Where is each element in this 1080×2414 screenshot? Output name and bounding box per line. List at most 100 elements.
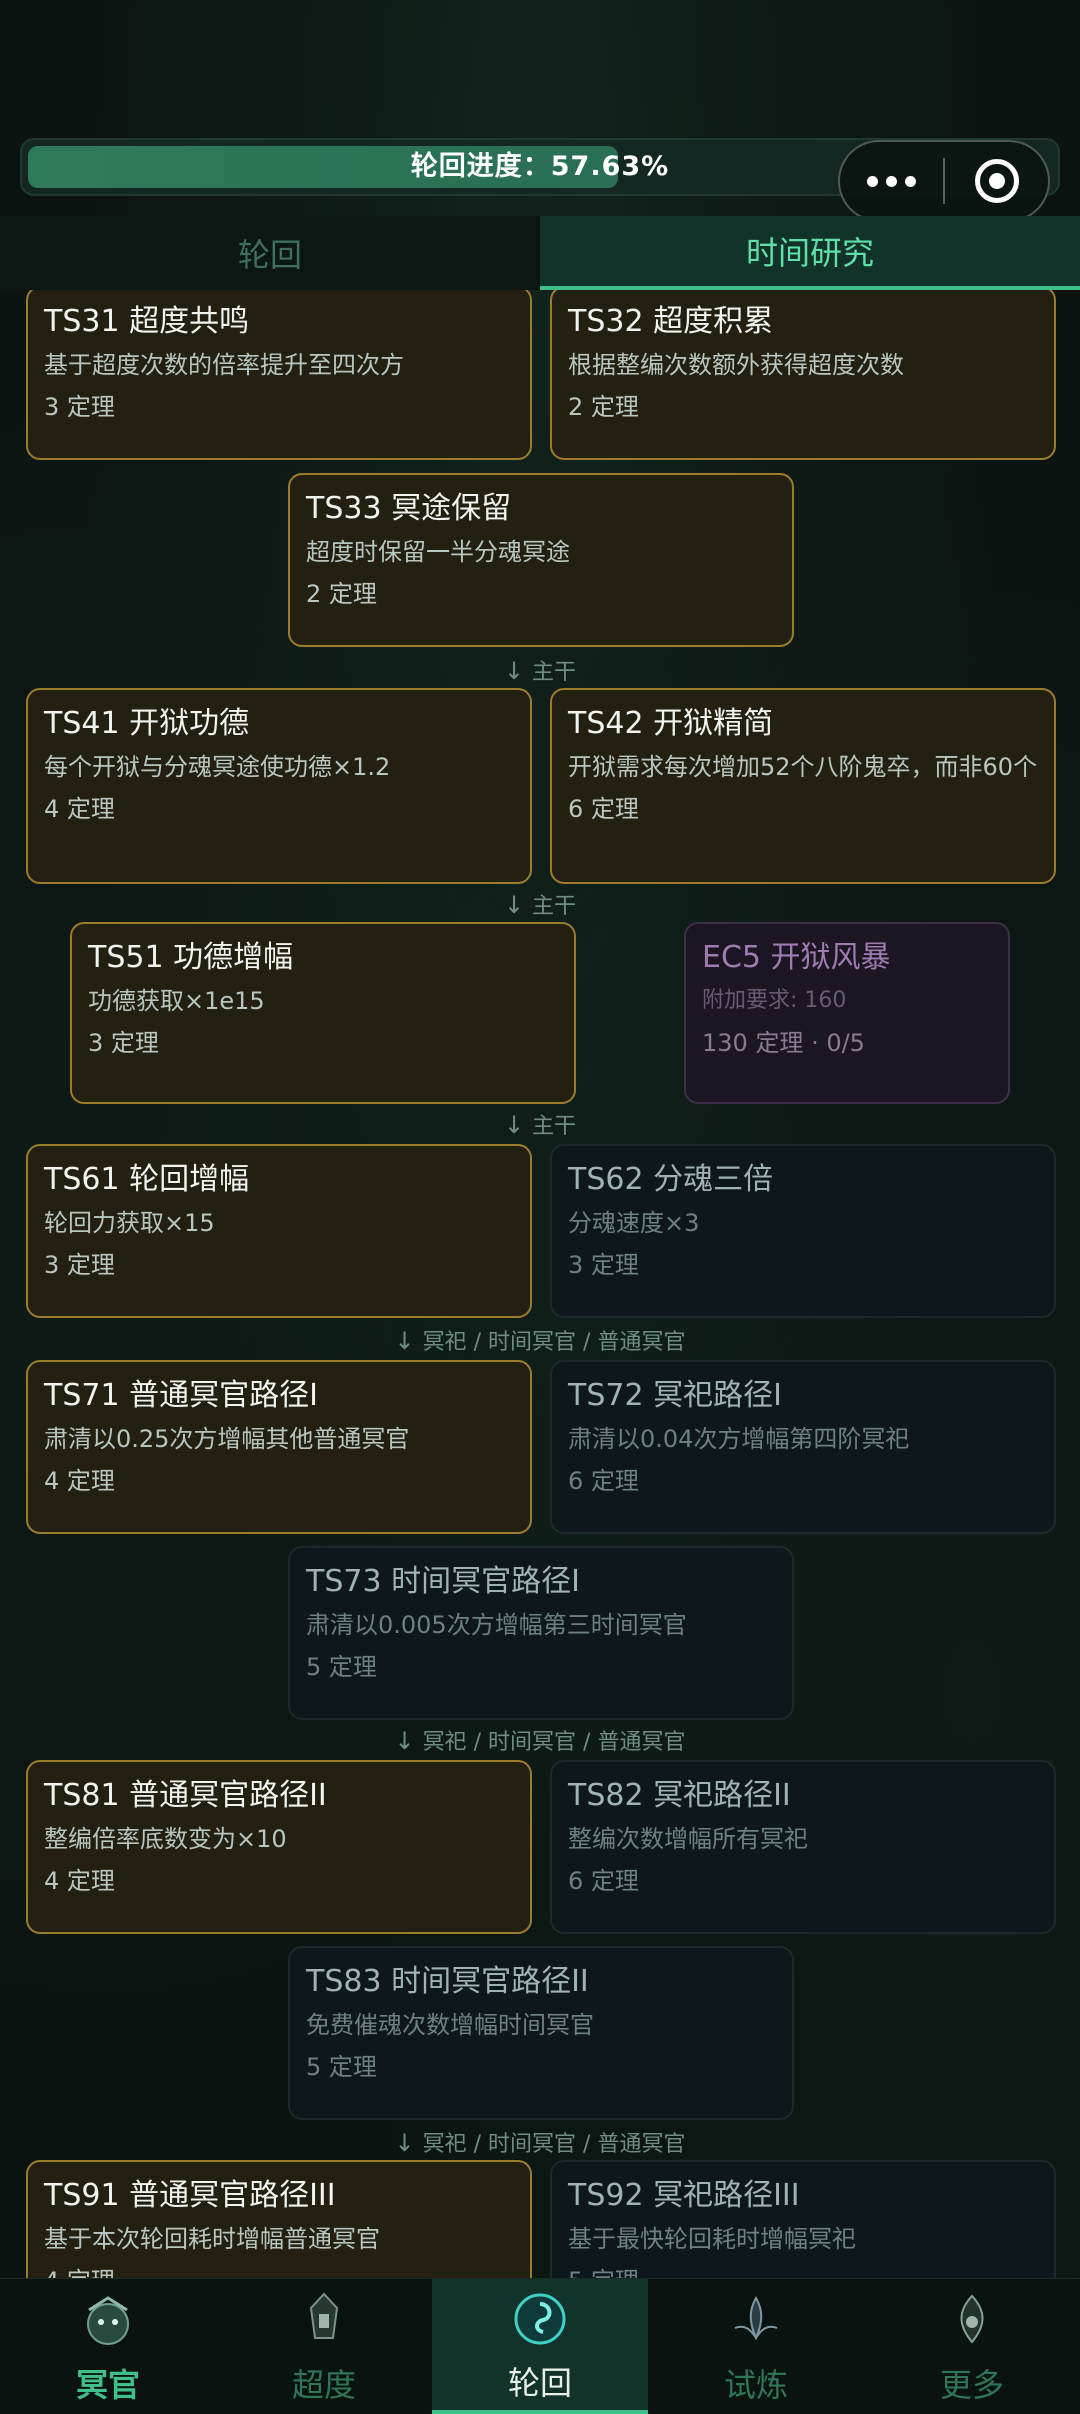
study-description: 功德获取×1e15 [88, 987, 265, 1015]
connector-label: 主干 [532, 1114, 577, 1139]
connector-main: ↓ 主干 [0, 888, 1080, 920]
study-card-ts61[interactable]: TS61 轮回增幅 轮回力获取×15 3 定理 [26, 1144, 532, 1318]
study-cost: 3 定理 [44, 393, 115, 421]
challenge-requirement: 附加要求: 160 [702, 988, 847, 1013]
dot-icon [867, 175, 878, 187]
study-cost: 2 定理 [568, 393, 639, 421]
study-description: 根据整编次数额外获得超度次数 [568, 351, 904, 379]
down-arrow-icon: ↓ [503, 1111, 525, 1139]
study-card-ts33[interactable]: TS33 冥途保留 超度时保留一半分魂冥途 2 定理 [288, 473, 794, 647]
study-title: TS41 开狱功德 [44, 706, 250, 741]
study-cost: 4 定理 [44, 2264, 514, 2278]
challenge-title: EC5 开狱风暴 [702, 940, 891, 975]
lotus-trial-icon [723, 2288, 789, 2354]
study-description: 分魂速度×3 [568, 1209, 700, 1237]
study-title: TS61 轮回增幅 [44, 1162, 250, 1197]
connector-label: 主干 [532, 660, 577, 685]
challenge-cost: 130 定理 · 0/5 [702, 1029, 865, 1057]
study-title: TS82 冥祀路径II [568, 1778, 791, 1813]
study-description: 基于最快轮回耗时增幅冥祀 [568, 2225, 856, 2253]
study-description: 基于超度次数的倍率提升至四次方 [44, 351, 404, 379]
study-card-ts31[interactable]: TS31 超度共鸣 基于超度次数的倍率提升至四次方 3 定理 [26, 290, 532, 460]
tab-bar: 轮回 时间研究 [0, 216, 1080, 290]
study-card-ts82[interactable]: TS82 冥祀路径II 整编次数增幅所有冥祀 6 定理 [550, 1760, 1056, 1934]
study-description: 整编次数增幅所有冥祀 [568, 1825, 808, 1853]
connector-paths: ↓ 冥祀 / 时间冥官 / 普通冥官 [0, 1724, 1080, 1756]
connector-label: 冥祀 / 时间冥官 / 普通冥官 [422, 2132, 686, 2157]
study-description: 肃清以0.005次方增幅第三时间冥官 [306, 1611, 687, 1639]
dot-icon [886, 175, 897, 187]
nav-item-samsara[interactable]: 轮回 [432, 2279, 648, 2414]
study-cost: 5 定理 [568, 2264, 1038, 2278]
nav-label: 超度 [291, 2365, 356, 2404]
study-card-ts51[interactable]: TS51 功德增幅 功德获取×1e15 3 定理 [70, 922, 576, 1104]
study-description: 每个开狱与分魂冥途使功德×1.2 [44, 753, 391, 781]
study-card-ts41[interactable]: TS41 开狱功德 每个开狱与分魂冥途使功德×1.2 4 定理 [26, 688, 532, 884]
study-description: 开狱需求每次增加52个八阶鬼卒，而非60个 [568, 753, 1038, 781]
study-cost: 2 定理 [306, 580, 377, 608]
study-title: TS31 超度共鸣 [44, 304, 250, 339]
nav-item-salvation[interactable]: 超度 [216, 2279, 432, 2414]
study-title: TS91 普通冥官路径III [44, 2178, 336, 2213]
miniprogram-capsule [838, 140, 1050, 222]
study-card-ts42[interactable]: TS42 开狱精简 开狱需求每次增加52个八阶鬼卒，而非60个 6 定理 [550, 688, 1056, 884]
study-cost: 3 定理 [44, 1251, 115, 1279]
study-title: TS42 开狱精简 [568, 706, 774, 741]
study-card-ts92[interactable]: TS92 冥祀路径III 基于最快轮回耗时增幅冥祀 5 定理 [550, 2160, 1056, 2278]
study-card-ts73[interactable]: TS73 时间冥官路径I 肃清以0.005次方增幅第三时间冥官 5 定理 [288, 1546, 794, 1720]
study-description: 基于本次轮回耗时增幅普通冥官 [44, 2225, 380, 2253]
study-title: TS62 分魂三倍 [568, 1162, 774, 1197]
ghost-official-icon [75, 2288, 141, 2354]
study-cost: 4 定理 [44, 1467, 115, 1495]
eternity-challenge-card-ec5[interactable]: EC5 开狱风暴 附加要求: 160 130 定理 · 0/5 [684, 922, 1010, 1104]
connector-main: ↓ 主干 [0, 1108, 1080, 1140]
connector-paths: ↓ 冥祀 / 时间冥官 / 普通冥官 [0, 1324, 1080, 1356]
nav-item-officials[interactable]: 冥官 [0, 2279, 216, 2414]
nav-label: 冥官 [75, 2365, 140, 2404]
study-title: TS72 冥祀路径I [568, 1378, 782, 1413]
connector-main: ↓ 主干 [0, 654, 1080, 686]
study-card-ts83[interactable]: TS83 时间冥官路径II 免费催魂次数增幅时间冥官 5 定理 [288, 1946, 794, 2120]
study-card-ts71[interactable]: TS71 普通冥官路径I 肃清以0.25次方增幅其他普通冥官 4 定理 [26, 1360, 532, 1534]
study-cost: 6 定理 [568, 1467, 639, 1495]
study-cost: 4 定理 [44, 1867, 115, 1895]
target-icon [974, 159, 1019, 203]
connector-label: 主干 [532, 894, 577, 919]
study-cost: 5 定理 [306, 1653, 377, 1681]
study-cost: 3 定理 [88, 1029, 159, 1057]
study-title: TS92 冥祀路径III [568, 2178, 800, 2213]
down-arrow-icon: ↓ [503, 891, 525, 919]
lantern-icon [291, 2288, 357, 2354]
bottom-navigation: 冥官 超度 轮回 试炼 更多 [0, 2278, 1080, 2414]
nav-label: 轮回 [507, 2363, 572, 2402]
down-arrow-icon: ↓ [394, 1727, 415, 1755]
study-card-ts62[interactable]: TS62 分魂三倍 分魂速度×3 3 定理 [550, 1144, 1056, 1318]
down-arrow-icon: ↓ [394, 2129, 415, 2157]
study-cost: 5 定理 [306, 2053, 377, 2081]
nav-item-more[interactable]: 更多 [864, 2279, 1080, 2414]
study-title: TS81 普通冥官路径II [44, 1778, 327, 1813]
study-card-ts72[interactable]: TS72 冥祀路径I 肃清以0.04次方增幅第四阶冥祀 6 定理 [550, 1360, 1056, 1534]
study-description: 肃清以0.25次方增幅其他普通冥官 [44, 1425, 410, 1453]
dot-icon [905, 175, 916, 187]
study-title: TS83 时间冥官路径II [306, 1964, 589, 1999]
study-card-ts81[interactable]: TS81 普通冥官路径II 整编倍率底数变为×10 4 定理 [26, 1760, 532, 1934]
study-description: 免费催魂次数增幅时间冥官 [306, 2011, 594, 2039]
more-options-button[interactable] [840, 142, 943, 220]
nav-item-trials[interactable]: 试炼 [648, 2279, 864, 2414]
study-card-ts91[interactable]: TS91 普通冥官路径III 基于本次轮回耗时增幅普通冥官 4 定理 [26, 2160, 532, 2278]
tab-samsara[interactable]: 轮回 [0, 216, 540, 290]
time-study-tree[interactable]: TS31 超度共鸣 基于超度次数的倍率提升至四次方 3 定理 TS32 超度积累… [0, 290, 1080, 2278]
study-title: TS71 普通冥官路径I [44, 1378, 318, 1413]
more-flame-icon [939, 2288, 1005, 2354]
study-title: TS73 时间冥官路径I [306, 1564, 580, 1599]
study-description: 肃清以0.04次方增幅第四阶冥祀 [568, 1425, 910, 1453]
study-card-ts32[interactable]: TS32 超度积累 根据整编次数额外获得超度次数 2 定理 [550, 290, 1056, 460]
close-miniprogram-button[interactable] [945, 142, 1048, 220]
nav-label: 试炼 [723, 2365, 788, 2404]
down-arrow-icon: ↓ [503, 657, 525, 685]
study-description: 超度时保留一半分魂冥途 [306, 538, 570, 566]
study-title: TS33 冥途保留 [306, 491, 512, 526]
samsara-swirl-icon [507, 2286, 573, 2352]
tab-time-studies[interactable]: 时间研究 [540, 216, 1080, 290]
